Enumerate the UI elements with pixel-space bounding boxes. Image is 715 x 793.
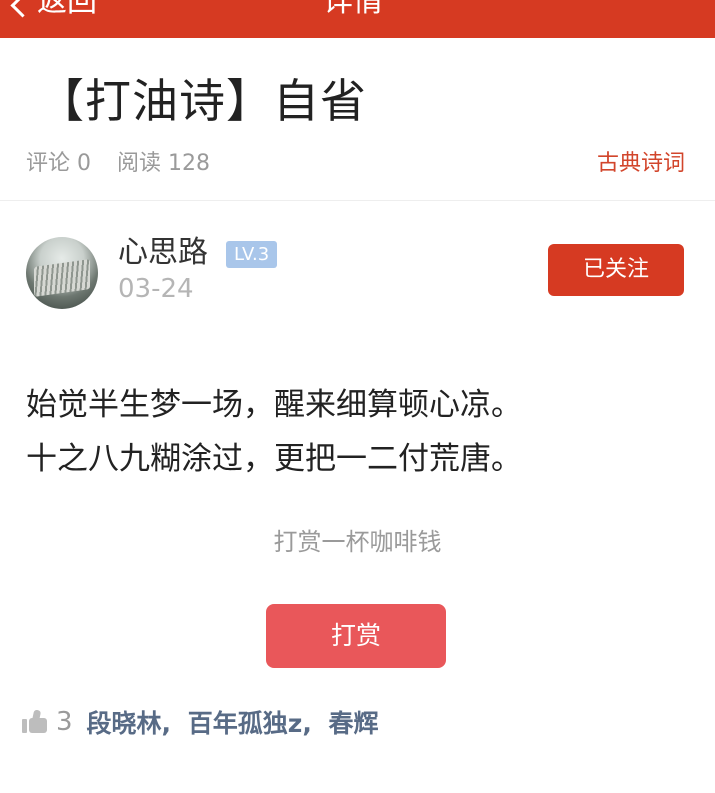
thumbs-up-icon[interactable]: [22, 709, 48, 735]
nav-title: 详情: [323, 0, 383, 19]
reward-button[interactable]: 打赏: [266, 604, 446, 668]
read-count: 阅读 128: [117, 151, 210, 176]
liker-list: 段晓林, 百年孤独z, 春辉: [87, 704, 387, 740]
back-label: 返回: [37, 0, 97, 19]
like-count: 3: [56, 707, 73, 737]
avatar[interactable]: [26, 237, 98, 309]
article-meta: 评论 0 阅读 128: [26, 148, 210, 180]
level-badge: LV.3: [226, 241, 278, 268]
poem-line: 始觉半生梦一场，醒来细算顿心凉。: [26, 387, 522, 423]
reward-hint: 打赏一杯咖啡钱: [273, 528, 442, 556]
liker-name[interactable]: 春辉: [329, 709, 379, 738]
likes-row: 3 段晓林, 百年孤独z, 春辉: [22, 704, 387, 740]
article-title: 【打油诗】自省: [38, 74, 367, 128]
comment-count[interactable]: 评论 0: [26, 148, 91, 180]
poem-line: 十之八九糊涂过，更把一二付荒唐。: [26, 441, 522, 477]
back-button[interactable]: 返回: [10, 0, 97, 22]
category-link[interactable]: 古典诗词: [597, 148, 685, 180]
follow-button[interactable]: 已关注: [548, 244, 684, 296]
chevron-left-icon: [10, 0, 35, 18]
author-name[interactable]: 心思路: [118, 234, 208, 272]
poem-body: 始觉半生梦一场，醒来细算顿心凉。 十之八九糊涂过，更把一二付荒唐。: [26, 378, 522, 486]
avatar-image: [34, 259, 90, 297]
liker-name[interactable]: 百年孤独z,: [188, 709, 312, 738]
post-date: 03-24: [118, 274, 194, 304]
top-nav-bar: 返回 详情: [0, 0, 715, 38]
liker-name[interactable]: 段晓林,: [87, 709, 172, 738]
divider: [0, 200, 715, 201]
